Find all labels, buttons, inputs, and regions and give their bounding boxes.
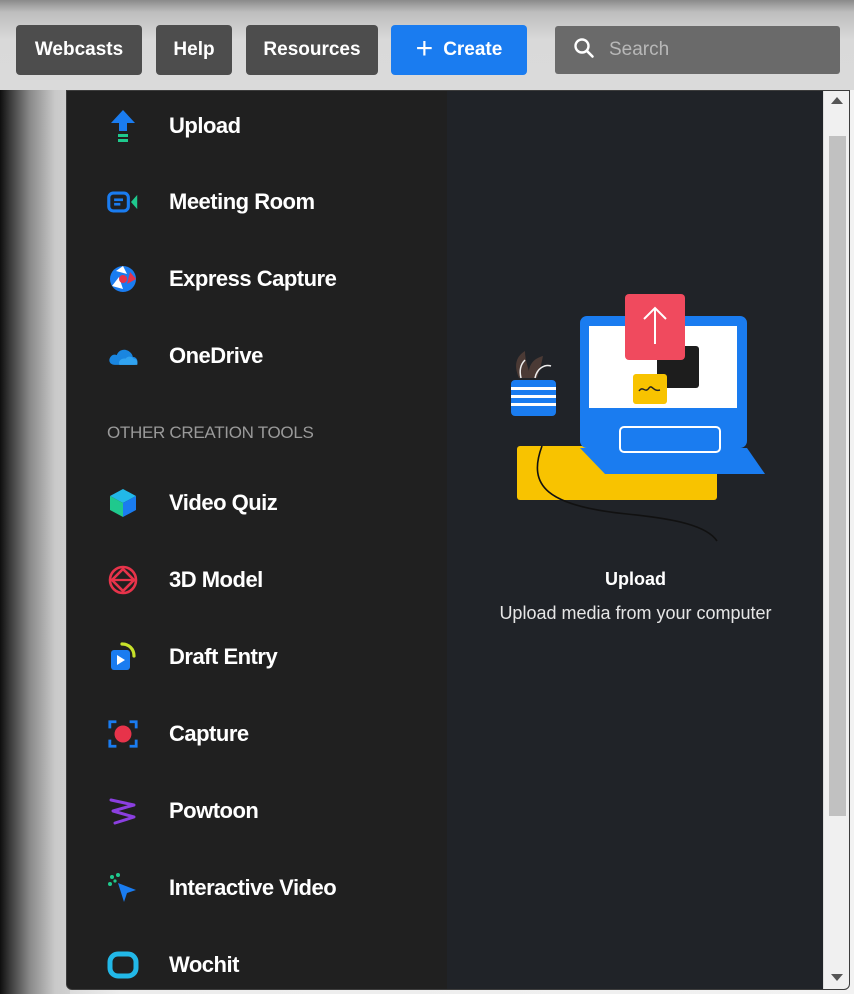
draft-entry-icon xyxy=(107,641,139,673)
menu-item-label: Wochit xyxy=(169,952,239,977)
menu-item-label: Meeting Room xyxy=(169,189,315,214)
menu-item-label: OneDrive xyxy=(169,343,263,368)
search-icon xyxy=(573,37,595,64)
wochit-icon xyxy=(107,949,139,981)
menu-item-label: 3D Model xyxy=(169,567,263,592)
menu-item-label: Draft Entry xyxy=(169,644,278,669)
scrollbar-thumb[interactable] xyxy=(829,136,846,816)
menu-item-express-capture[interactable]: Express Capture xyxy=(107,259,337,299)
creation-menu-list: Upload Meeting Room Express Capture OneD… xyxy=(67,91,447,989)
section-title-other-creation-tools: OTHER CREATION TOOLS xyxy=(107,423,314,442)
create-label: Create xyxy=(443,39,503,60)
page-side-background xyxy=(0,90,70,994)
upload-icon xyxy=(107,110,139,142)
powtoon-icon xyxy=(107,795,139,827)
menu-item-wochit[interactable]: Wochit xyxy=(107,945,239,985)
resources-button[interactable]: Resources xyxy=(246,25,378,75)
menu-item-meeting-room[interactable]: Meeting Room xyxy=(107,182,315,222)
menu-item-onedrive[interactable]: OneDrive xyxy=(107,336,263,376)
menu-item-capture[interactable]: Capture xyxy=(107,714,249,754)
menu-item-label: Capture xyxy=(169,721,249,746)
menu-item-video-quiz[interactable]: Video Quiz xyxy=(107,483,278,523)
search-box[interactable] xyxy=(555,26,840,74)
menu-item-label: Upload xyxy=(169,113,241,138)
preview-panel: Upload Upload media from your computer xyxy=(447,91,824,989)
menu-item-interactive-video[interactable]: Interactive Video xyxy=(107,868,337,908)
scroll-up-arrow-icon[interactable] xyxy=(831,97,843,104)
preview-title: Upload xyxy=(605,569,666,589)
menu-item-powtoon[interactable]: Powtoon xyxy=(107,791,259,831)
plus-icon: + xyxy=(415,31,434,65)
menu-item-label: Express Capture xyxy=(169,266,337,291)
menu-item-label: Video Quiz xyxy=(169,490,278,515)
capture-icon xyxy=(107,718,139,750)
webcasts-button[interactable]: Webcasts xyxy=(16,25,142,75)
scroll-down-arrow-icon[interactable] xyxy=(831,974,843,981)
interactive-video-icon xyxy=(107,872,139,904)
video-quiz-icon xyxy=(107,487,139,519)
express-capture-icon xyxy=(107,263,139,295)
onedrive-icon xyxy=(107,340,139,372)
search-input[interactable] xyxy=(607,38,831,62)
menu-item-upload[interactable]: Upload xyxy=(107,106,241,146)
menu-item-draft-entry[interactable]: Draft Entry xyxy=(107,637,278,677)
help-button[interactable]: Help xyxy=(156,25,232,75)
menu-item-3d-model[interactable]: 3D Model xyxy=(107,560,263,600)
meeting-room-icon xyxy=(107,186,139,218)
3d-model-icon xyxy=(107,564,139,596)
preview-description: Upload media from your computer xyxy=(499,603,772,623)
create-button[interactable]: + Create xyxy=(391,25,527,75)
menu-item-label: Interactive Video xyxy=(169,875,337,900)
menu-item-label: Powtoon xyxy=(169,798,259,823)
upload-illustration xyxy=(511,294,765,542)
create-dropdown-menu: Upload Meeting Room Express Capture OneD… xyxy=(66,90,850,990)
dropdown-scrollbar[interactable] xyxy=(823,91,849,989)
